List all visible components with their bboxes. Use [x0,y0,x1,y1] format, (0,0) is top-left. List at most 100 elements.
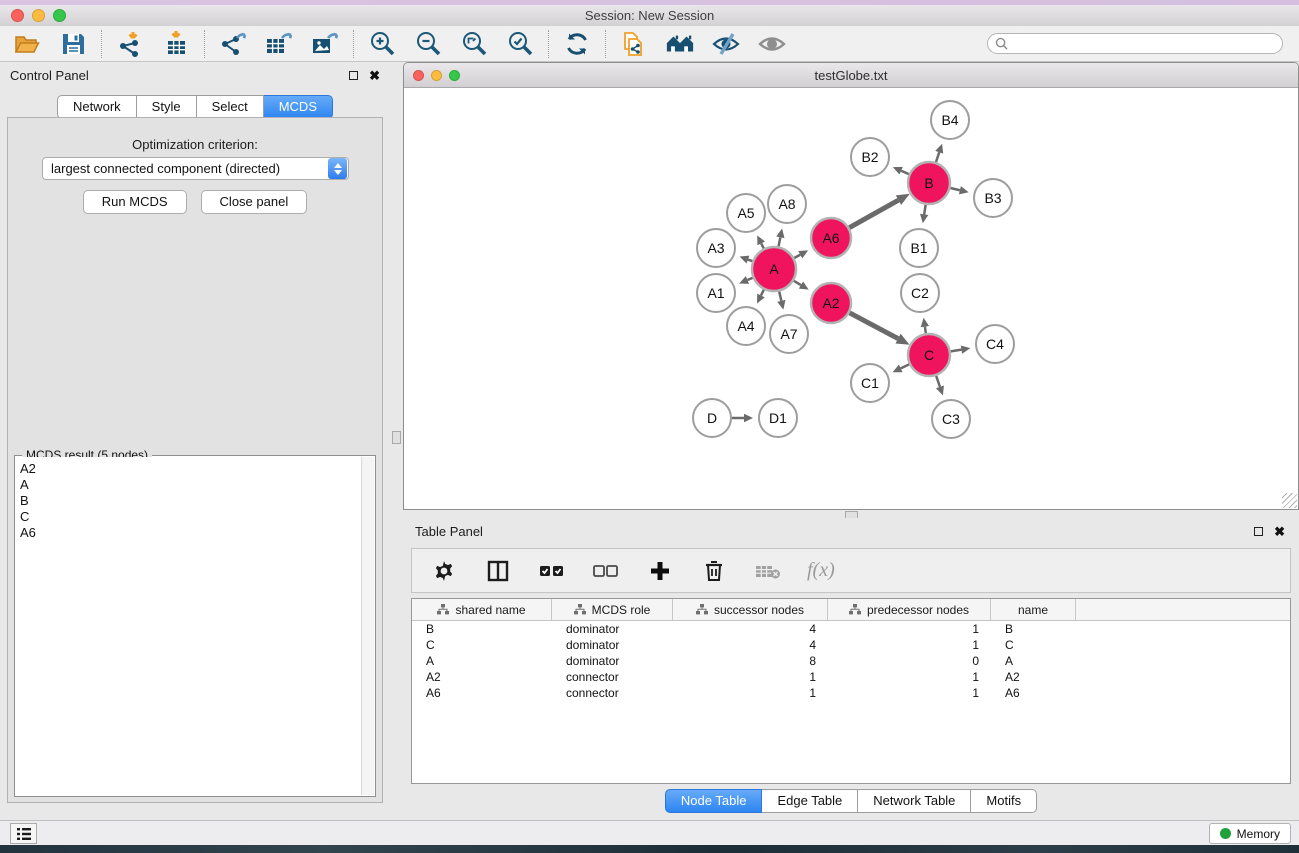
graph-edge-C-C4[interactable] [951,350,962,352]
result-scrollbar[interactable] [361,457,374,795]
graph-node-A8[interactable]: A8 [768,185,806,223]
new-network-from-selection-icon[interactable] [619,29,649,59]
graph-node-A4[interactable]: A4 [727,307,765,345]
result-list-item[interactable]: A [20,477,361,493]
graph-node-A6[interactable]: A6 [811,218,851,258]
first-neighbors-icon[interactable] [665,29,695,59]
graph-edge-B-B2[interactable] [901,171,909,174]
tab-select[interactable]: Select [197,95,264,119]
graph-node-A2[interactable]: A2 [811,283,851,323]
show-all-icon[interactable] [757,29,787,59]
tab-network-table[interactable]: Network Table [858,789,971,813]
vertical-splitter-grip[interactable] [392,431,401,444]
graph-node-B4[interactable]: B4 [931,101,969,139]
graph-edge-B-B3[interactable] [950,188,959,190]
graph-edge-A-A4[interactable] [761,290,764,296]
zoom-in-icon[interactable] [367,29,397,59]
table-row[interactable]: A2connector11A2 [412,669,1290,685]
result-list-item[interactable]: A6 [20,525,361,541]
graph-node-C3[interactable]: C3 [932,400,970,438]
graph-node-D[interactable]: D [693,399,731,437]
float-panel-icon[interactable] [349,71,358,80]
gear-icon[interactable] [429,556,459,586]
graph-node-B2[interactable]: B2 [851,138,889,176]
graph-edge-A-A2[interactable] [794,281,801,285]
add-column-icon[interactable] [645,556,675,586]
column-header-shared-name[interactable]: shared name [412,599,552,620]
graph-edge-A6-B[interactable] [849,200,898,228]
column-header-successor-nodes[interactable]: successor nodes [673,599,828,620]
hide-selected-icon[interactable] [711,29,741,59]
graph-node-C2[interactable]: C2 [901,274,939,312]
import-table-icon[interactable] [161,29,191,59]
table-row[interactable]: Adominator80A [412,653,1290,669]
columns-icon[interactable] [483,556,513,586]
select-all-icon[interactable] [537,556,567,586]
graph-node-C4[interactable]: C4 [976,325,1014,363]
result-list-item[interactable]: B [20,493,361,509]
close-table-panel-icon[interactable]: ✖ [1274,527,1285,536]
graph-node-B3[interactable]: B3 [974,179,1012,217]
graph-node-D1[interactable]: D1 [759,399,797,437]
graph-node-A7[interactable]: A7 [770,315,808,353]
graph-edge-C-C1[interactable] [901,364,909,368]
tab-style[interactable]: Style [137,95,197,119]
column-header-MCDS-role[interactable]: MCDS role [552,599,673,620]
column-header-name[interactable]: name [991,599,1076,620]
save-session-icon[interactable] [58,29,88,59]
tab-network[interactable]: Network [57,95,137,119]
table-row[interactable]: A6connector11A6 [412,685,1290,701]
graph-node-A[interactable]: A [752,247,796,291]
export-table-icon[interactable] [264,29,294,59]
zoom-out-icon[interactable] [413,29,443,59]
delete-table-icon[interactable] [753,556,783,586]
column-header-predecessor-nodes[interactable]: predecessor nodes [828,599,991,620]
graph-edge-C-C3[interactable] [936,376,940,387]
optimization-criterion-dropdown[interactable]: largest connected component (directed) [42,157,349,180]
task-history-button[interactable] [10,823,37,844]
mcds-result-list[interactable]: A2ABCA6 [16,457,361,795]
graph-edge-A-A5[interactable] [761,243,764,248]
graph-edge-A-A7[interactable] [779,291,781,300]
table-row[interactable]: Cdominator41C [412,637,1290,653]
graph-node-A3[interactable]: A3 [697,229,735,267]
tab-node-table[interactable]: Node Table [665,789,763,813]
graph-node-C[interactable]: C [908,334,950,376]
deselect-all-icon[interactable] [591,556,621,586]
graph-node-B1[interactable]: B1 [900,229,938,267]
import-network-icon[interactable] [115,29,145,59]
graph-node-A1[interactable]: A1 [697,274,735,312]
open-file-icon[interactable] [12,29,42,59]
search-field[interactable] [987,33,1283,54]
run-mcds-button[interactable]: Run MCDS [83,190,187,214]
function-builder-icon[interactable]: f(x) [807,556,835,586]
close-panel-button[interactable]: Close panel [201,190,308,214]
float-table-panel-icon[interactable] [1254,527,1263,536]
graph-edge-A2-C[interactable] [850,313,899,339]
graph-edge-A-A6[interactable] [794,255,800,258]
zoom-fit-icon[interactable] [459,29,489,59]
graph-edge-A-A8[interactable] [779,237,781,246]
delete-column-icon[interactable] [699,556,729,586]
graph-node-C1[interactable]: C1 [851,364,889,402]
graph-edge-B-B1[interactable] [924,205,925,215]
export-image-icon[interactable] [310,29,340,59]
memory-button[interactable]: Memory [1209,823,1291,844]
network-canvas[interactable]: A A6 A2 B C A1 A3 A4 A5 A7 A8 B1 B2 B3 B4 C1 C2 C3C4 D D1 [405,89,1297,508]
result-list-item[interactable]: A2 [20,461,361,477]
search-input[interactable] [1013,36,1275,52]
graph-node-B[interactable]: B [908,162,950,204]
close-panel-icon[interactable]: ✖ [369,71,380,80]
network-window-titlebar[interactable]: testGlobe.txt [404,63,1298,88]
graph-edge-A-A3[interactable] [748,260,752,262]
window-resize-grip[interactable] [1282,493,1297,508]
refresh-icon[interactable] [562,29,592,59]
tab-edge-table[interactable]: Edge Table [762,789,858,813]
tab-motifs[interactable]: Motifs [971,789,1037,813]
tab-mcds[interactable]: MCDS [264,95,333,119]
export-network-icon[interactable] [218,29,248,59]
graph-edge-A-A1[interactable] [747,278,752,280]
graph-node-A5[interactable]: A5 [727,194,765,232]
zoom-selected-icon[interactable] [505,29,535,59]
result-list-item[interactable]: C [20,509,361,525]
